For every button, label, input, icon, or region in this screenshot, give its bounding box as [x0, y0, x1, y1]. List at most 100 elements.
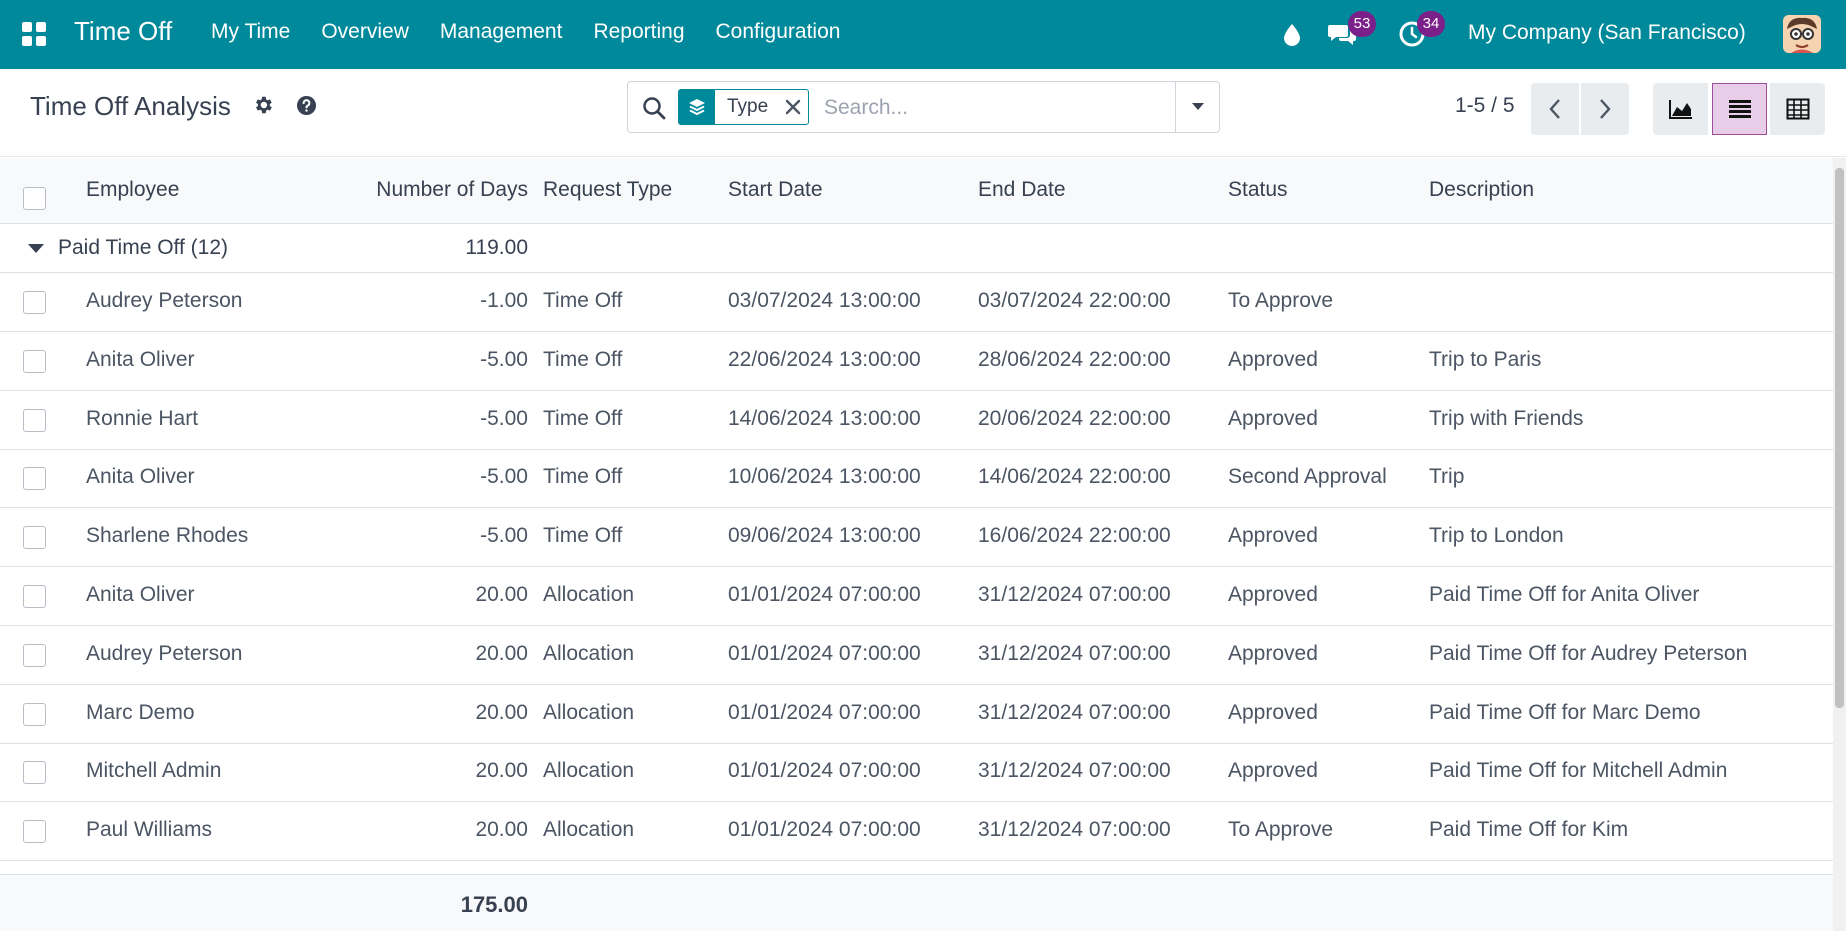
search-bar: Type: [627, 81, 1220, 133]
table-row[interactable]: Marc Demo 20.00 Allocation 01/01/2024 07:00…: [0, 685, 1833, 744]
search-icon[interactable]: [641, 95, 667, 121]
search-input[interactable]: [824, 92, 1154, 124]
table-row[interactable]: Ronnie Hart -5.00 Time Off 14/06/2024 13:00…: [0, 391, 1833, 450]
cell-number-of-days: -5.00: [480, 347, 528, 371]
row-checkbox[interactable]: [23, 349, 46, 373]
menu-configuration[interactable]: Configuration: [716, 20, 841, 44]
apps-menu-icon[interactable]: [22, 22, 46, 46]
facet-remove-icon[interactable]: [778, 90, 808, 124]
table-footer: 175.00: [0, 874, 1833, 931]
help-icon[interactable]: [296, 95, 317, 116]
menu-management[interactable]: Management: [440, 20, 563, 44]
cell-end-date: 14/06/2024 22:00:00: [978, 465, 1171, 489]
table-row[interactable]: Audrey Peterson 20.00 Allocation 01/01/2024…: [0, 626, 1833, 685]
groupby-facet: Type: [678, 89, 810, 125]
table-row[interactable]: Paul Williams 20.00 Allocation 01/01/2024 0…: [0, 802, 1833, 862]
cell-number-of-days: -5.00: [480, 524, 528, 548]
cell-employee: Anita Oliver: [86, 347, 195, 371]
table-row[interactable]: Mitchell Admin 20.00 Allocation 01/01/2024 …: [0, 743, 1833, 803]
table-row[interactable]: Audrey Peterson -1.00 Time Off 03/07/2024 1…: [0, 273, 1833, 332]
cell-end-date: 20/06/2024 22:00:00: [978, 406, 1171, 430]
table-row[interactable]: Anita Oliver -5.00 Time Off 22/06/2024 13:0…: [0, 332, 1833, 391]
vertical-scrollbar[interactable]: [1833, 158, 1846, 931]
group-row[interactable]: Paid Time Off (12) 119.00: [0, 224, 1833, 273]
row-checkbox[interactable]: [23, 408, 46, 432]
company-switcher[interactable]: My Company (San Francisco): [1468, 21, 1746, 45]
group-label: Paid Time Off (12): [58, 236, 229, 259]
scrollbar-thumb[interactable]: [1835, 168, 1844, 708]
cell-start-date: 14/06/2024 13:00:00: [728, 406, 921, 430]
pager-previous-button[interactable]: [1531, 83, 1579, 135]
pager-value[interactable]: 1-5 / 5: [1455, 94, 1515, 118]
footer-total: 175.00: [460, 892, 528, 917]
row-checkbox[interactable]: [23, 291, 46, 314]
cell-start-date: 03/07/2024 13:00:00: [728, 289, 921, 312]
row-checkbox[interactable]: [23, 585, 46, 608]
cell-start-date: 01/01/2024 07:00:00: [728, 818, 921, 842]
cell-end-date: 31/12/2024 07:00:00: [978, 583, 1171, 606]
cell-request-type: Time Off: [543, 465, 623, 489]
table-row[interactable]: Anita Oliver -5.00 Time Off 10/06/2024 13:0…: [0, 449, 1833, 509]
column-description[interactable]: Description: [1429, 178, 1534, 202]
cell-number-of-days: 20.00: [475, 818, 528, 842]
cell-start-date: 01/01/2024 07:00:00: [728, 700, 921, 724]
cell-description: Paid Time Off for Anita Oliver: [1429, 583, 1700, 606]
top-navbar: Time Off My Time Overview Management Rep…: [0, 0, 1846, 69]
column-number-of-days[interactable]: Number of Days: [376, 178, 528, 202]
control-panel: Time Off Analysis Type Search... 1-5 / 5: [0, 69, 1846, 157]
cell-end-date: 31/12/2024 07:00:00: [978, 700, 1171, 724]
area-chart-icon: [1668, 100, 1692, 119]
column-employee[interactable]: Employee: [86, 178, 179, 202]
row-checkbox[interactable]: [23, 761, 46, 785]
cell-number-of-days: -5.00: [480, 406, 528, 430]
menu-overview[interactable]: Overview: [321, 20, 409, 44]
row-checkbox[interactable]: [23, 526, 46, 550]
app-title[interactable]: Time Off: [74, 16, 172, 47]
cell-number-of-days: 20.00: [475, 641, 528, 665]
search-options-toggle[interactable]: [1175, 82, 1219, 132]
droplet-icon[interactable]: [1281, 22, 1303, 46]
column-start-date[interactable]: Start Date: [728, 178, 823, 202]
cell-description: Paid Time Off for Marc Demo: [1429, 700, 1701, 724]
list-view-button[interactable]: [1712, 83, 1767, 135]
menu-reporting[interactable]: Reporting: [593, 20, 684, 44]
list-table: Employee Number of Days Request Type Sta…: [0, 158, 1833, 931]
facet-label: Type: [727, 96, 769, 117]
cell-status: Approved: [1228, 406, 1318, 430]
row-checkbox[interactable]: [23, 820, 46, 844]
cell-end-date: 31/12/2024 07:00:00: [978, 641, 1171, 665]
cell-status: Approved: [1228, 524, 1318, 548]
chevron-right-icon: [1600, 99, 1611, 119]
menu-my-time[interactable]: My Time: [211, 20, 290, 44]
cell-description: Paid Time Off for Audrey Peterson: [1429, 641, 1748, 665]
cell-status: Approved: [1228, 641, 1318, 665]
gear-icon[interactable]: [252, 94, 274, 116]
column-end-date[interactable]: End Date: [978, 178, 1066, 202]
row-checkbox[interactable]: [23, 467, 46, 491]
user-avatar[interactable]: [1783, 15, 1821, 53]
pivot-view-button[interactable]: [1770, 83, 1825, 135]
cell-status: Approved: [1228, 347, 1318, 371]
cell-employee: Mitchell Admin: [86, 759, 222, 783]
row-checkbox[interactable]: [23, 643, 46, 667]
cell-request-type: Time Off: [543, 289, 623, 312]
graph-view-button[interactable]: [1653, 83, 1708, 135]
caret-down-icon: [1191, 103, 1204, 110]
cell-employee: Marc Demo: [86, 700, 195, 724]
group-total: 119.00: [465, 236, 528, 259]
column-status[interactable]: Status: [1228, 178, 1288, 202]
main-menu: My Time Overview Management Reporting Co…: [211, 20, 840, 44]
cell-number-of-days: 20.00: [475, 759, 528, 783]
cell-end-date: 31/12/2024 07:00:00: [978, 759, 1171, 783]
column-request-type[interactable]: Request Type: [543, 178, 672, 202]
row-checkbox[interactable]: [23, 702, 46, 726]
pager-next-button[interactable]: [1581, 83, 1629, 135]
cell-status: Approved: [1228, 759, 1318, 783]
table-row[interactable]: Sharlene Rhodes -5.00 Time Off 09/06/2024 1…: [0, 508, 1833, 568]
select-all-checkbox[interactable]: [23, 187, 46, 210]
messages-badge: 53: [1348, 11, 1376, 37]
table-row[interactable]: Anita Oliver 20.00 Allocation 01/01/2024 07…: [0, 567, 1833, 626]
cell-request-type: Allocation: [543, 583, 635, 606]
cell-request-type: Allocation: [543, 818, 635, 842]
cell-number-of-days: 20.00: [475, 700, 528, 724]
